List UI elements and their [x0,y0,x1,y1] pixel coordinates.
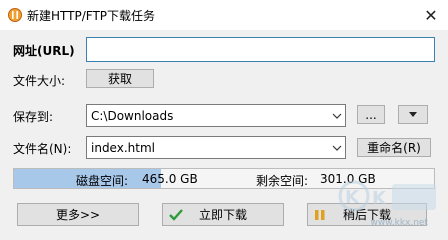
save-to-label: 保存到: [13,110,54,124]
svg-text:K: K [372,188,387,209]
pause-icon [315,210,325,220]
title-bar: 新建HTTP/FTP下载任务 ✕ [0,0,448,30]
fetch-button[interactable]: 获取 [86,69,154,88]
chevron-down-icon[interactable] [329,137,345,158]
download-now-label: 立即下载 [198,208,247,222]
more-button[interactable]: 更多>> [17,203,139,226]
check-icon [169,209,183,221]
save-to-value: C:\Downloads [91,108,174,123]
download-now-button[interactable]: 立即下载 [162,203,284,226]
watermark-text: www.kkx.net [370,218,429,228]
browse-button[interactable]: ... [357,105,385,124]
close-icon: ✕ [424,5,438,25]
close-button[interactable]: ✕ [414,0,448,30]
file-size-label: 文件大小: [13,74,66,88]
window-title: 新建HTTP/FTP下载任务 [27,9,156,23]
free-space-label: 剩余空间: [256,174,309,188]
save-to-combo[interactable]: C:\Downloads [86,104,346,127]
svg-text:K: K [345,187,360,208]
chevron-down-icon [409,112,417,117]
chevron-down-icon[interactable] [329,105,345,126]
url-input[interactable] [86,37,435,62]
folder-dropdown-button[interactable] [398,105,428,124]
file-name-label: 文件名(N): [13,142,72,156]
file-name-value: index.html [91,140,155,155]
file-name-combo[interactable]: index.html [86,136,346,159]
disk-space-value: 465.0 GB [142,172,198,186]
rename-button[interactable]: 重命名(R) [357,138,431,157]
app-icon [8,8,22,22]
disk-space-label: 磁盘空间: [76,174,129,188]
url-label: 网址(URL) [13,44,75,58]
